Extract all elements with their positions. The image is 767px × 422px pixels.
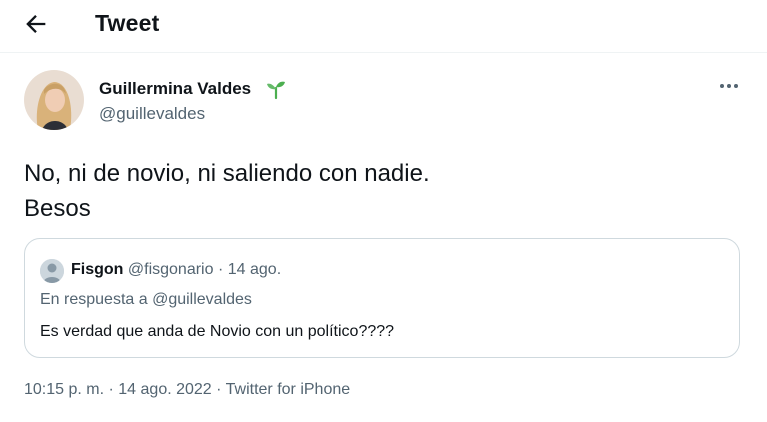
avatar-photo	[24, 70, 84, 130]
quoted-reply-context: En respuesta a @guillevaldes	[40, 291, 252, 309]
quoted-separator: ·	[217, 261, 224, 278]
arrow-left-icon	[26, 15, 46, 33]
quoted-date: 14 ago.	[227, 261, 282, 278]
quoted-tweet-card[interactable]: Fisgon @fisgonario · 14 ago. En respuest…	[24, 238, 740, 358]
tweet-source[interactable]: Twitter for iPhone	[226, 381, 351, 398]
page-title: Tweet	[95, 10, 160, 36]
page-header: Tweet	[0, 0, 767, 50]
author-handle[interactable]: @guillevaldes	[99, 104, 205, 124]
source-separator: ·	[216, 381, 222, 398]
reply-mention-link[interactable]: @guillevaldes	[152, 291, 252, 308]
quoted-handle: @fisgonario	[127, 261, 214, 278]
tweet-text-line-2: Besos	[24, 195, 91, 222]
more-horizontal-icon	[720, 84, 738, 88]
timestamp-date[interactable]: 14 ago. 2022	[118, 381, 211, 398]
seedling-icon	[265, 78, 287, 100]
quoted-display-name: Fisgon	[71, 261, 124, 278]
tweet-timestamp: 10:15 p. m. · 14 ago. 2022 · Twitter for…	[24, 381, 350, 399]
reply-prefix: En respuesta a	[40, 291, 148, 308]
header-divider	[0, 52, 767, 53]
author-display-name[interactable]: Guillermina Valdes	[99, 79, 251, 99]
more-options-button[interactable]	[716, 76, 742, 96]
timestamp-separator: ·	[108, 381, 114, 398]
tweet-text: No, ni de novio, ni saliendo con nadie. …	[24, 156, 430, 226]
timestamp-time[interactable]: 10:15 p. m.	[24, 381, 104, 398]
author-avatar[interactable]	[24, 70, 84, 130]
default-avatar-icon	[40, 259, 64, 283]
quoted-tweet-text: Es verdad que anda de Novio con un polít…	[40, 323, 395, 340]
back-button[interactable]	[22, 10, 50, 38]
quoted-avatar	[40, 259, 64, 283]
quoted-header: Fisgon @fisgonario · 14 ago.	[71, 261, 281, 279]
tweet-text-line-1: No, ni de novio, ni saliendo con nadie.	[24, 160, 430, 187]
